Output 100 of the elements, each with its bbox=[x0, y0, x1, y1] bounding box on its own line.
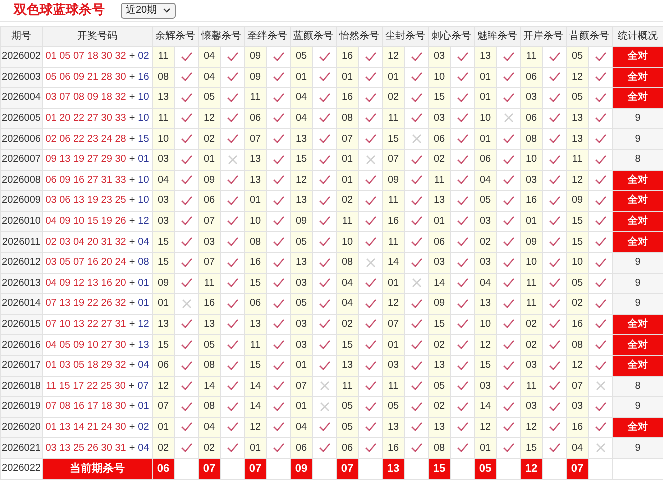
kill-number-cell: 06 bbox=[520, 67, 542, 88]
current-kill-number: 07 bbox=[336, 458, 358, 480]
kill-number-cell: 13 bbox=[382, 417, 404, 438]
current-kill-number: 12 bbox=[520, 458, 542, 480]
kill-number-cell: 10 bbox=[428, 67, 450, 88]
draw-numbers-cell: 01 20 22 27 30 33 + 10 bbox=[42, 108, 152, 129]
kill-number-cell: 07 bbox=[382, 314, 404, 335]
kill-number-cell: 16 bbox=[198, 294, 220, 314]
kill-number-cell: 13 bbox=[336, 355, 358, 376]
caret-icon bbox=[163, 8, 172, 13]
kill-number-cell: 08 bbox=[198, 355, 220, 376]
draw-numbers-cell: 07 13 19 22 26 32 + 01 bbox=[42, 294, 152, 314]
kill-number-cell: 03 bbox=[474, 211, 496, 232]
kill-number-cell: 07 bbox=[152, 396, 174, 418]
draw-numbers-cell: 03 07 08 09 18 32 + 10 bbox=[42, 88, 152, 108]
kill-number-cell: 01 bbox=[152, 417, 174, 438]
kill-number-cell: 05 bbox=[382, 396, 404, 418]
kill-number-cell: 02 bbox=[520, 314, 542, 335]
draw-numbers-cell: 03 05 07 16 20 24 + 08 bbox=[42, 252, 152, 274]
kill-number-cell: 09 bbox=[428, 294, 450, 314]
kill-number-cell: 13 bbox=[290, 252, 312, 274]
kill-number-cell: 06 bbox=[244, 294, 266, 314]
kill-number-cell: 15 bbox=[152, 232, 174, 252]
kill-number-cell: 01 bbox=[520, 211, 542, 232]
kill-number-cell: 05 bbox=[566, 273, 588, 294]
kill-number-cell: 03 bbox=[198, 232, 220, 252]
kill-number-cell: 11 bbox=[244, 334, 266, 356]
kill-number-cell: 14 bbox=[382, 252, 404, 274]
kill-number-cell: 16 bbox=[566, 417, 588, 438]
kill-number-cell: 03 bbox=[428, 252, 450, 274]
kill-number-cell: 04 bbox=[198, 67, 220, 88]
kill-number-cell: 13 bbox=[474, 294, 496, 314]
summary-cell: 8 bbox=[612, 149, 663, 170]
kill-number-cell: 01 bbox=[382, 334, 404, 356]
kill-number-cell: 11 bbox=[152, 46, 174, 68]
draw-numbers-cell: 01 03 05 18 29 32 + 04 bbox=[42, 355, 152, 376]
kill-number-cell: 09 bbox=[566, 190, 588, 212]
current-kill-number: 06 bbox=[152, 458, 174, 480]
kill-number-cell: 08 bbox=[336, 108, 358, 129]
kill-number-cell: 12 bbox=[382, 46, 404, 68]
kill-number-cell: 14 bbox=[474, 396, 496, 418]
summary-cell: 全对 bbox=[612, 211, 663, 232]
draw-numbers-cell: 06 09 16 27 31 33 + 10 bbox=[42, 170, 152, 191]
kill-number-cell: 08 bbox=[244, 232, 266, 252]
kill-number-cell: 07 bbox=[566, 376, 588, 397]
kill-number-cell: 05 bbox=[566, 88, 588, 108]
kill-number-cell: 04 bbox=[290, 417, 312, 438]
kill-number-cell: 15 bbox=[428, 88, 450, 108]
kill-number-cell: 02 bbox=[198, 128, 220, 150]
summary-cell: 全对 bbox=[612, 190, 663, 212]
kill-number-cell: 01 bbox=[382, 273, 404, 294]
period-select[interactable]: 近20期 bbox=[121, 2, 176, 18]
kill-number-cell: 06 bbox=[428, 128, 450, 150]
kill-number-cell: 13 bbox=[152, 88, 174, 108]
kill-number-cell: 11 bbox=[520, 273, 542, 294]
kill-number-cell: 06 bbox=[244, 108, 266, 129]
kill-number-cell: 05 bbox=[336, 417, 358, 438]
kill-number-cell: 13 bbox=[428, 355, 450, 376]
kill-number-cell: 15 bbox=[244, 355, 266, 376]
kill-number-cell: 08 bbox=[336, 252, 358, 274]
issue-cell: 2026002 bbox=[0, 46, 42, 68]
kill-number-cell: 03 bbox=[152, 190, 174, 212]
kill-number-cell: 02 bbox=[428, 396, 450, 418]
column-header: 期号 bbox=[0, 26, 42, 46]
summary-cell: 9 bbox=[612, 438, 663, 458]
kill-number-cell: 07 bbox=[244, 128, 266, 150]
summary-cell: 9 bbox=[612, 294, 663, 314]
kill-number-cell: 15 bbox=[566, 232, 588, 252]
issue-cell: 2026009 bbox=[0, 190, 42, 212]
kill-number-cell: 12 bbox=[566, 67, 588, 88]
kill-number-cell: 09 bbox=[290, 211, 312, 232]
draw-numbers-cell: 11 15 17 22 25 30 + 07 bbox=[42, 376, 152, 397]
kill-number-cell: 11 bbox=[198, 273, 220, 294]
kill-number-cell: 01 bbox=[152, 294, 174, 314]
kill-number-cell: 03 bbox=[520, 396, 542, 418]
kill-number-cell: 07 bbox=[198, 252, 220, 274]
kill-number-cell: 16 bbox=[244, 252, 266, 274]
kill-number-cell: 07 bbox=[336, 128, 358, 150]
current-kill-number: 07 bbox=[566, 458, 588, 480]
kill-number-cell: 11 bbox=[520, 294, 542, 314]
issue-cell: 2026018 bbox=[0, 376, 42, 397]
kill-number-cell: 03 bbox=[428, 108, 450, 129]
kill-number-cell: 07 bbox=[290, 376, 312, 397]
current-kill-number: 07 bbox=[198, 458, 220, 480]
kill-number-cell: 11 bbox=[336, 211, 358, 232]
kill-number-cell: 10 bbox=[520, 252, 542, 274]
kill-number-cell: 16 bbox=[382, 438, 404, 458]
kill-number-cell: 11 bbox=[244, 88, 266, 108]
kill-number-cell: 05 bbox=[198, 88, 220, 108]
issue-cell: 2026019 bbox=[0, 396, 42, 418]
kill-number-cell: 01 bbox=[336, 170, 358, 191]
draw-numbers-cell: 07 10 13 22 27 31 + 12 bbox=[42, 314, 152, 335]
kill-number-cell: 13 bbox=[428, 417, 450, 438]
kill-number-cell: 04 bbox=[474, 170, 496, 191]
kill-number-cell: 08 bbox=[520, 128, 542, 150]
kill-number-cell: 04 bbox=[566, 438, 588, 458]
kill-number-cell: 14 bbox=[198, 376, 220, 397]
kill-number-cell: 11 bbox=[566, 149, 588, 170]
draw-numbers-cell: 03 06 13 19 23 25 + 10 bbox=[42, 190, 152, 212]
issue-cell: 2026003 bbox=[0, 67, 42, 88]
